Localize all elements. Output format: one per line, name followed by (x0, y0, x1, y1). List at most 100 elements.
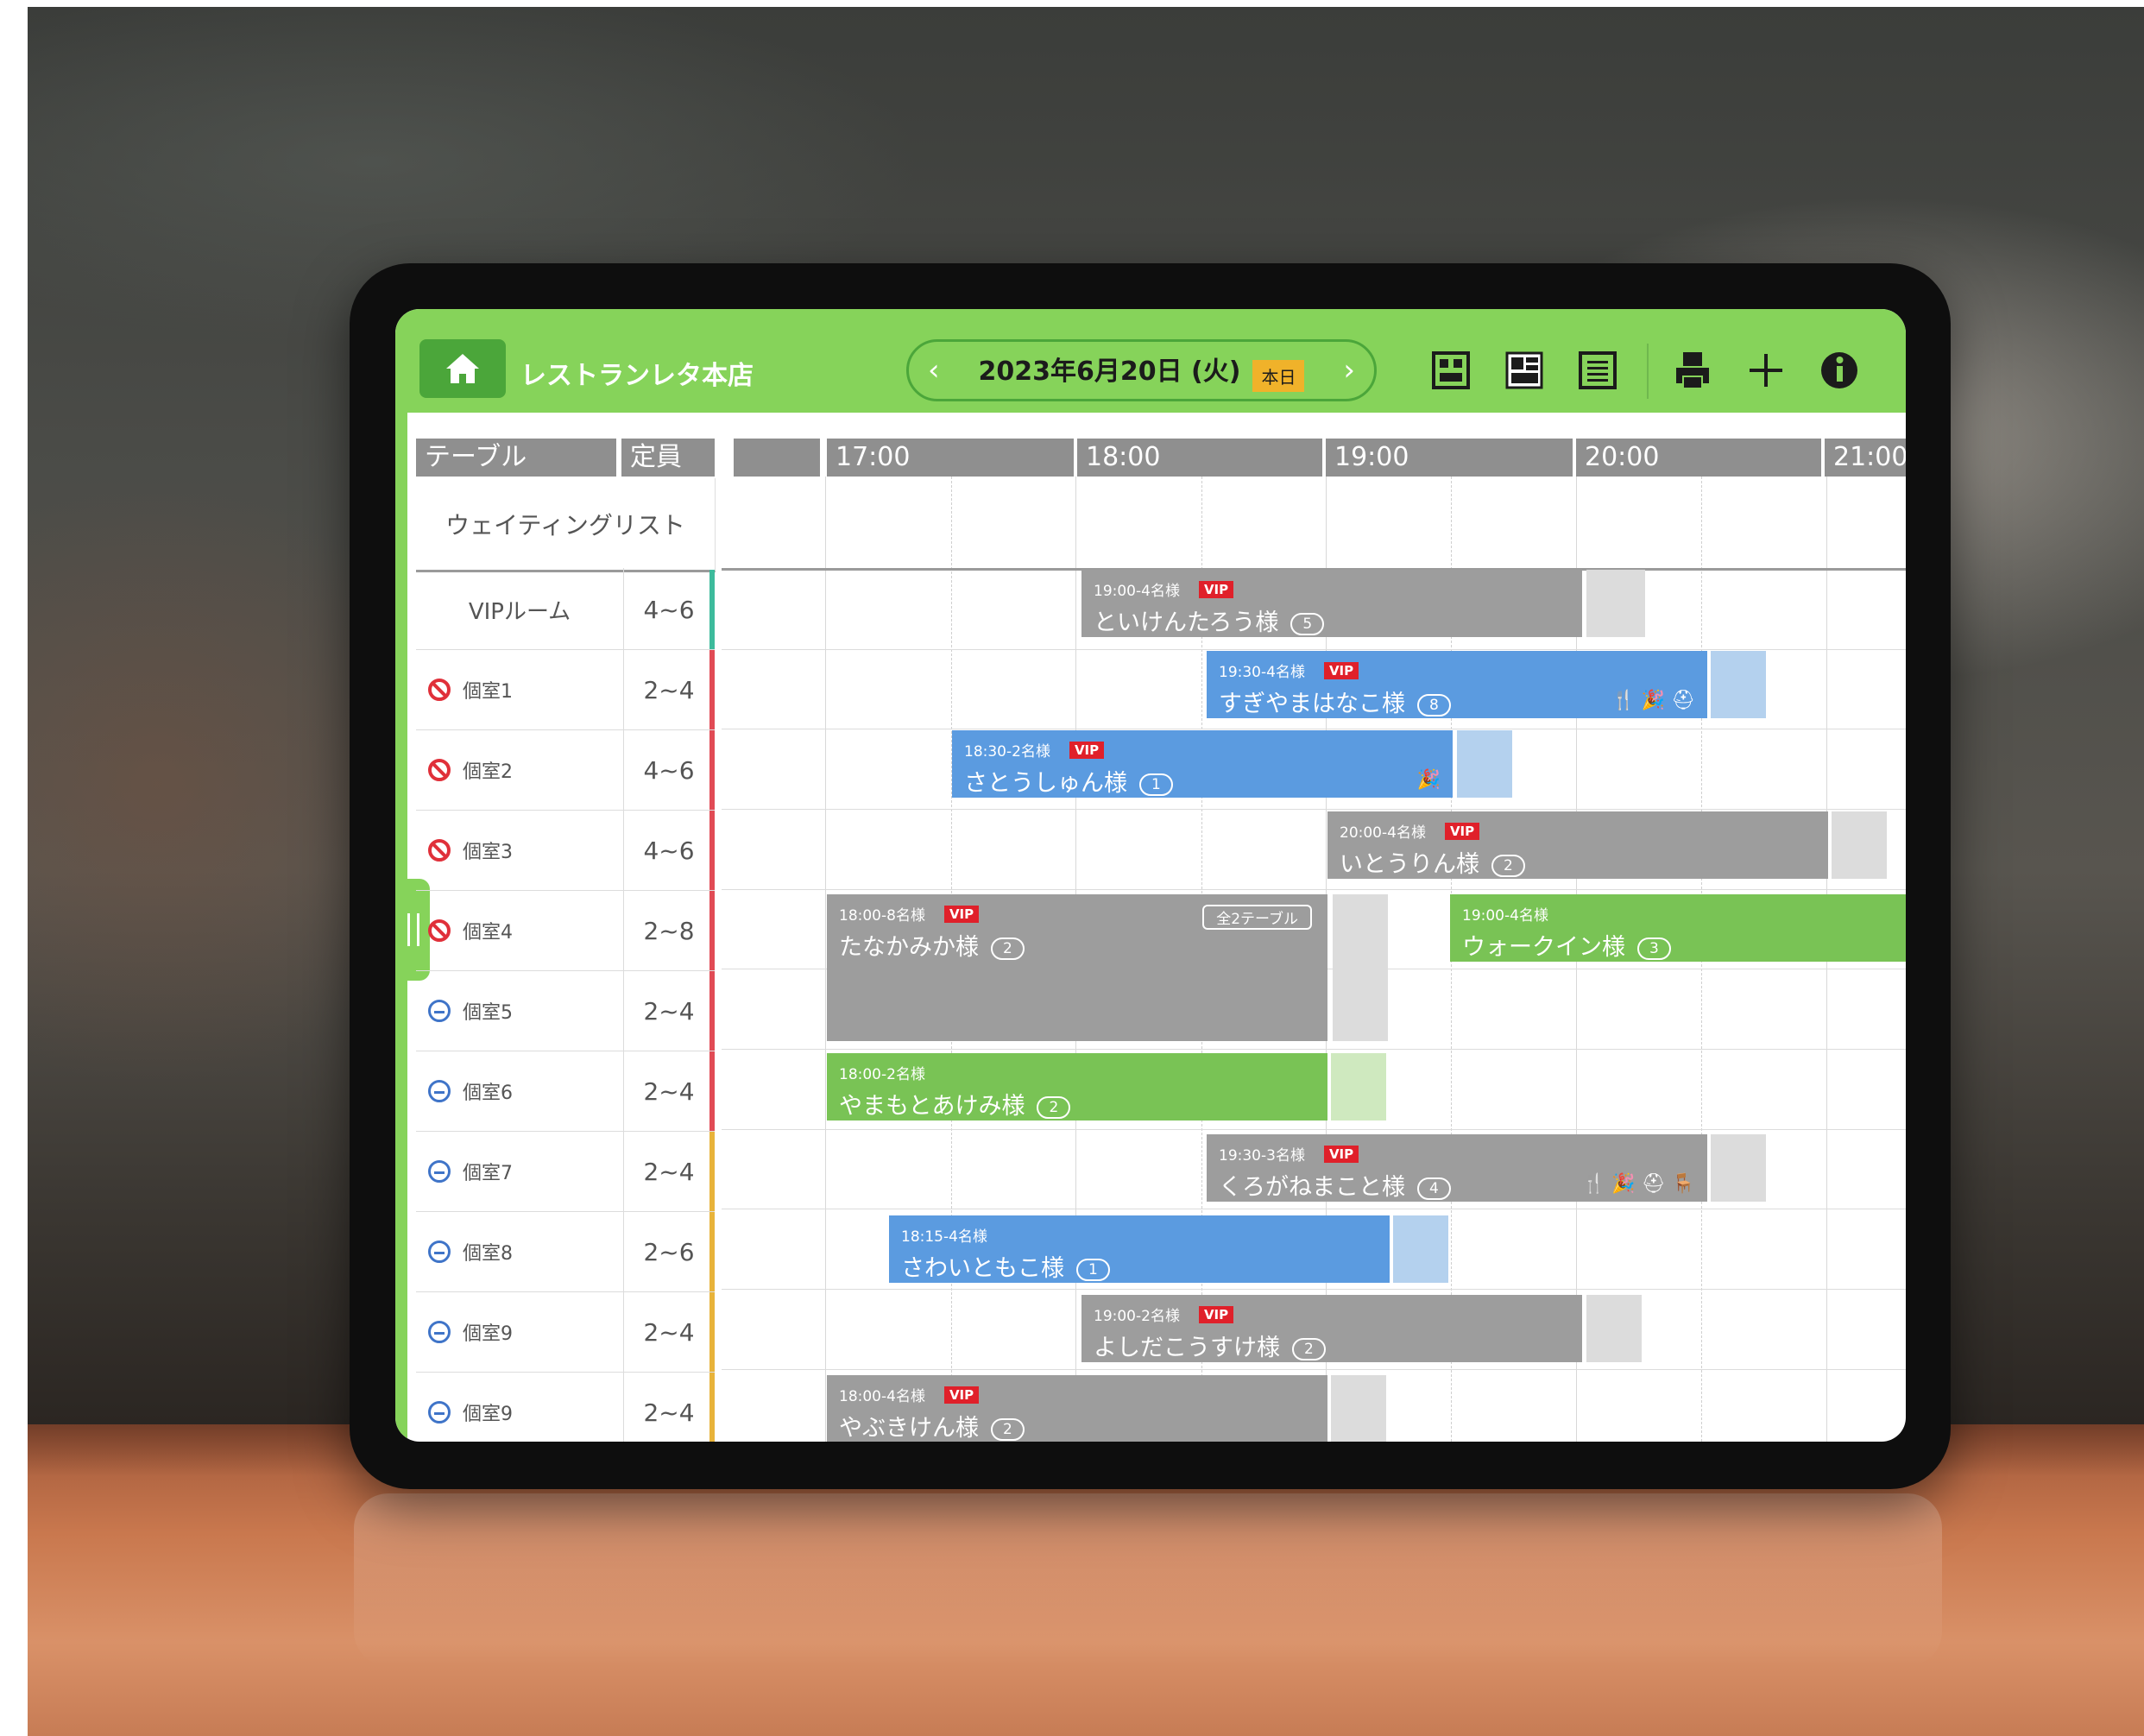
reservation-buffer (1586, 570, 1645, 637)
home-button[interactable] (419, 339, 506, 398)
visit-count-badge: 5 (1290, 612, 1325, 635)
vip-badge: VIP (1323, 661, 1359, 679)
toolbar-divider (1647, 344, 1649, 399)
reservation-time: 20:00-4名様 (1340, 824, 1426, 842)
floor-map-icon[interactable] (1431, 350, 1471, 390)
reservation-block[interactable]: 18:00-4名様 VIP やぶきけん様 2 (827, 1375, 1327, 1442)
reservation-name-line: やぶきけん様 2 (839, 1409, 1315, 1442)
reservation-block[interactable]: 20:00-4名様 VIP いとうりん様 2 (1327, 811, 1828, 879)
reservation-buffer (1331, 1375, 1386, 1442)
table-row-name[interactable]: 個室9 (416, 1373, 623, 1442)
all-tables-badge: 全2テーブル (1202, 905, 1312, 930)
guest-name: さわいともこ様 (901, 1255, 1064, 1282)
reservation-option-icons: 🍴 🎉 ⛑ 🪑 (1581, 1173, 1695, 1195)
reservation-name-line: ウォークイン様 3 (1462, 928, 1894, 962)
reservation-name-line: よしだこうすけ様 2 (1094, 1329, 1570, 1362)
add-icon[interactable] (1746, 350, 1786, 390)
table-capacity: 2~8 (643, 916, 695, 945)
table-group-color-bar (709, 1132, 715, 1212)
no-smoking-icon (428, 919, 451, 942)
table-capacity: 2~4 (643, 1157, 695, 1186)
reservation-time: 18:15-4名様 (901, 1228, 987, 1246)
time-header-20: 20:00 (1576, 439, 1821, 477)
time-header-21: 21:00 (1825, 439, 1906, 477)
table-group-color-bar (709, 730, 715, 811)
chevron-right-icon[interactable]: › (1343, 353, 1355, 388)
reservation-meta: 18:30-2名様 VIP (964, 739, 1441, 761)
visit-count-badge: 2 (1491, 854, 1525, 877)
reservation-block[interactable]: 18:00-8名様 VIP たなかみか様 2 全2テーブル (827, 894, 1327, 1041)
no-smoking-icon (428, 759, 451, 781)
date-text: 2023年6月20日 (火) (978, 356, 1241, 387)
table-row-name[interactable]: 個室8 (416, 1212, 623, 1291)
reservation-time: 18:00-2名様 (839, 1066, 925, 1083)
reservation-name-line: といけんたろう様 5 (1094, 603, 1570, 637)
today-badge[interactable]: 本日 (1252, 359, 1305, 392)
table-name: 個室3 (463, 842, 513, 863)
reservation-block[interactable]: 19:30-4名様 VIP すぎやまはなこ様 8 🍴 🎉 ⛑ (1207, 651, 1707, 718)
reservation-buffer (1832, 811, 1887, 879)
reservation-name-line: いとうりん様 2 (1340, 845, 1816, 879)
date-display[interactable]: 2023年6月20日 (火) 本日 (979, 350, 1305, 392)
table-row-name[interactable]: VIPルーム (416, 570, 623, 649)
waiting-list[interactable]: ウェイティングリスト (416, 478, 716, 572)
list-view-icon[interactable] (1578, 350, 1617, 390)
app-screen: レストランレタ本店 ‹ 2023年6月20日 (火) 本日 › テーブル 定員 … (395, 309, 1906, 1442)
table-row-name[interactable]: 個室5 (416, 971, 623, 1051)
top-bar: レストランレタ本店 ‹ 2023年6月20日 (火) 本日 › (395, 309, 1906, 413)
reservation-time: 19:00-4名様 (1094, 583, 1180, 600)
table-group-color-bar (709, 1051, 715, 1132)
reservation-buffer (1393, 1215, 1448, 1283)
print-icon[interactable] (1673, 350, 1712, 390)
visit-count-badge: 2 (991, 937, 1025, 960)
date-selector: ‹ 2023年6月20日 (火) 本日 › (906, 339, 1377, 401)
table-name: 個室9 (463, 1323, 513, 1345)
table-row-name[interactable]: 個室7 (416, 1132, 623, 1211)
reservation-block[interactable]: 18:30-2名様 VIP さとうしゅん様 1 🎉 (952, 730, 1453, 798)
reservation-block[interactable]: 18:15-4名様 さわいともこ様 1 (889, 1215, 1390, 1283)
guest-name: やぶきけん様 (839, 1415, 979, 1442)
reservation-meta: 19:00-4名様 (1462, 903, 1894, 925)
reservation-option-icons: 🍴 🎉 ⛑ (1611, 690, 1695, 711)
table-group-color-bar (709, 1292, 715, 1373)
reservation-block[interactable]: 19:30-3名様 VIP くろがねまこと様 4 🍴 🎉 ⛑ 🪑 (1207, 1134, 1707, 1202)
visit-count-badge: 2 (1292, 1337, 1326, 1360)
reservation-time: 18:00-8名様 (839, 907, 925, 925)
reservation-block[interactable]: 19:00-4名様 VIP といけんたろう様 5 (1081, 570, 1582, 637)
table-capacity: 2~6 (643, 1237, 695, 1266)
table-capacity: 2~4 (643, 1317, 695, 1347)
reservation-meta: 18:00-2名様 (839, 1062, 1315, 1083)
no-smoking-icon (428, 839, 451, 862)
time-header-18: 18:00 (1077, 439, 1322, 477)
reservation-option-icons: 🎉 (1416, 769, 1441, 791)
reservation-block[interactable]: 19:00-4名様ウォークイン様 3 (1450, 894, 1906, 962)
vip-badge: VIP (1444, 822, 1480, 840)
chevron-left-icon[interactable]: ‹ (928, 353, 940, 388)
info-icon[interactable] (1819, 350, 1859, 390)
table-capacity: 2~4 (643, 1076, 695, 1106)
reservation-block[interactable]: 18:00-2名様 やまもとあけみ様 2 (827, 1053, 1327, 1121)
table-row-name[interactable]: 個室6 (416, 1051, 623, 1131)
reservation-buffer (1457, 730, 1512, 798)
layout-icon[interactable] (1504, 350, 1544, 390)
store-name: レストランレタ本店 (520, 361, 754, 391)
vip-badge: VIP (1198, 580, 1234, 598)
reservation-buffer (1711, 1134, 1766, 1202)
table-capacity: 4~6 (643, 755, 695, 785)
table-group-color-bar (709, 811, 715, 891)
reservation-meta: 19:00-4名様 VIP (1094, 578, 1570, 600)
table-row-name[interactable]: 個室3 (416, 811, 623, 890)
table-row-name[interactable]: 個室4 (416, 891, 623, 970)
status-ok-icon (428, 1000, 451, 1022)
table-row-name[interactable]: 個室2 (416, 730, 623, 810)
table-row-name[interactable]: 個室1 (416, 650, 623, 729)
reservation-time: 18:30-2名様 (964, 743, 1050, 761)
table-group-color-bar (709, 570, 715, 650)
guest-name: いとうりん様 (1340, 851, 1479, 878)
guest-name: たなかみか様 (839, 934, 979, 961)
reservation-buffer (1711, 651, 1766, 718)
header-spacer (734, 439, 820, 477)
table-row-name[interactable]: 個室9 (416, 1292, 623, 1372)
table-name: 個室4 (463, 922, 513, 944)
reservation-block[interactable]: 19:00-2名様 VIP よしだこうすけ様 2 (1081, 1295, 1582, 1362)
